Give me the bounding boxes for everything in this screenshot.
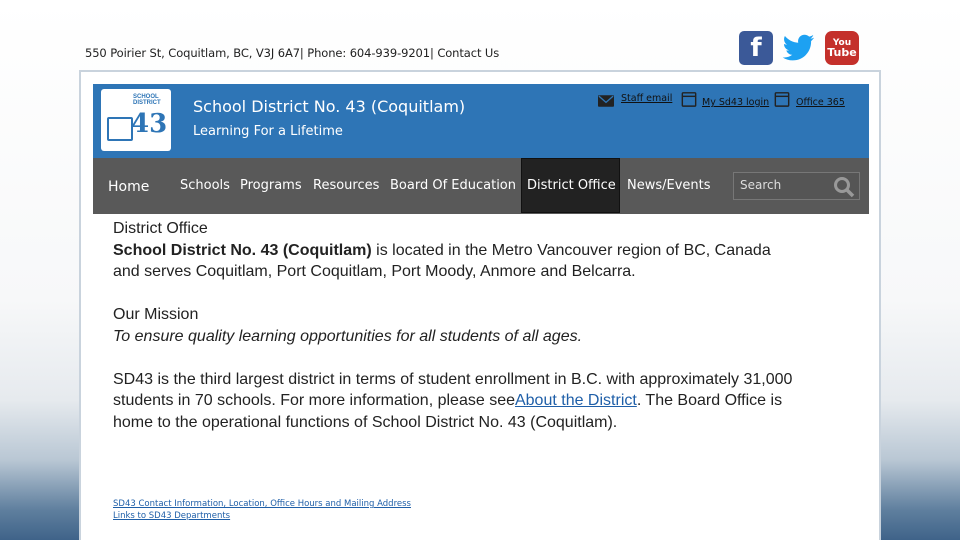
facebook-icon[interactable]: f [739, 31, 773, 65]
youtube-label-bottom: Tube [827, 46, 857, 59]
logo-number: 43 [131, 109, 168, 139]
nav-resources[interactable]: Resources [313, 178, 379, 193]
youtube-icon[interactable]: You Tube [825, 31, 859, 65]
page-heading: District Office [113, 220, 208, 237]
twitter-bird-icon [782, 34, 815, 61]
site-tagline: Learning For a Lifetime [193, 124, 343, 139]
twitter-icon[interactable] [782, 31, 816, 65]
district-logo[interactable]: SCHOOL DISTRICT 43 [101, 89, 171, 151]
nav-district-office[interactable]: District Office [527, 178, 616, 193]
calendar-icon[interactable] [774, 91, 790, 107]
nav-news-events[interactable]: News/Events [627, 178, 711, 193]
nav-board-of-education[interactable]: Board Of Education [390, 178, 516, 193]
contact-info-link[interactable]: SD43 Contact Information, Location, Offi… [113, 498, 411, 510]
logo-text: SCHOOL DISTRICT [133, 94, 161, 106]
departments-link[interactable]: Links to SD43 Departments [113, 510, 411, 522]
page-content: District Office School District No. 43 (… [113, 218, 793, 433]
mission-text: To ensure quality learning opportunities… [113, 327, 583, 345]
site-title[interactable]: School District No. 43 (Coquitlam) [193, 97, 465, 116]
mail-icon[interactable] [598, 93, 614, 109]
about-district-link[interactable]: About the District [515, 392, 637, 409]
search-box[interactable]: Search [733, 172, 860, 200]
search-input[interactable]: Search [740, 178, 781, 192]
mission-heading: Our Mission [113, 306, 199, 323]
nav-home[interactable]: Home [108, 179, 149, 195]
office-365-link[interactable]: Office 365 [796, 97, 845, 108]
site-header [93, 84, 869, 158]
enrollment-paragraph: SD43 is the third largest district in te… [113, 370, 793, 431]
nav-schools[interactable]: Schools [180, 178, 230, 193]
intro-paragraph: School District No. 43 (Coquitlam) is lo… [113, 241, 771, 281]
nav-programs[interactable]: Programs [240, 178, 302, 193]
my-sd43-login-link[interactable]: My Sd43 login [702, 97, 769, 108]
staff-email-link[interactable]: Staff email [621, 93, 672, 104]
contact-bar: 550 Poirier St, Coquitlam, BC, V3J 6A7| … [85, 46, 500, 60]
footer-links: SD43 Contact Information, Location, Offi… [113, 498, 411, 522]
facebook-glyph: f [750, 33, 762, 63]
search-icon[interactable] [833, 176, 855, 198]
book-icon [107, 117, 133, 141]
calendar-icon[interactable] [681, 91, 697, 107]
